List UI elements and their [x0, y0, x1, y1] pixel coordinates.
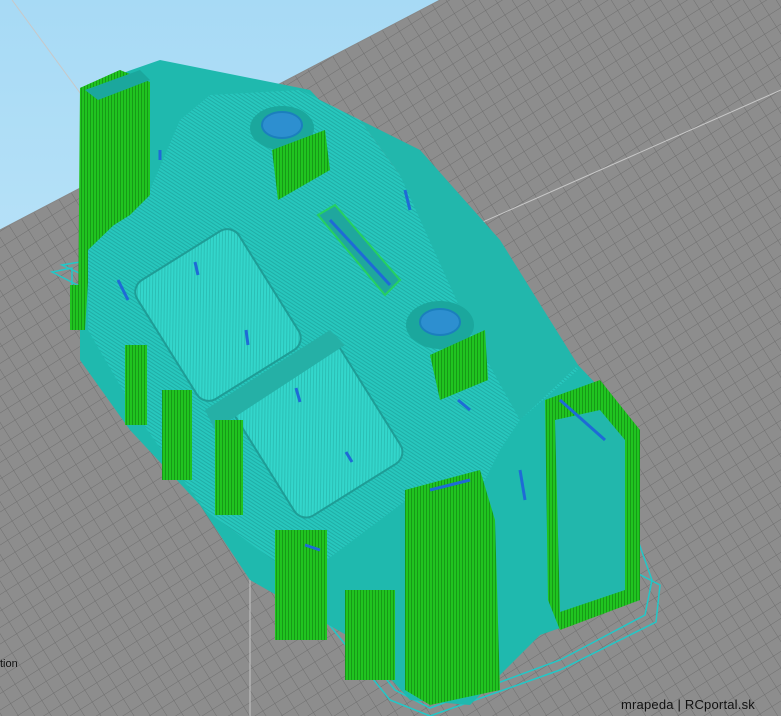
- 3d-viewport[interactable]: [0, 0, 781, 716]
- watermark-text: mrapeda | RCportal.sk: [620, 697, 755, 712]
- panel-label-fragment: tion: [0, 658, 18, 670]
